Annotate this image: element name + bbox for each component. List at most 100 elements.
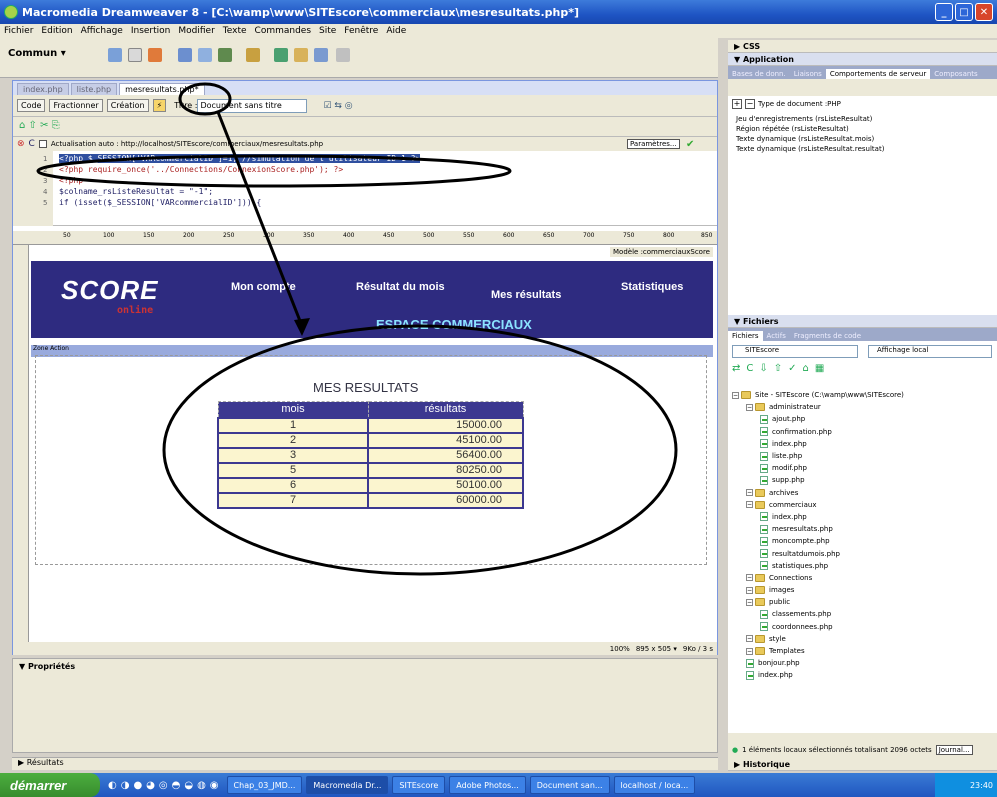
expand-toggle-icon[interactable]: − (746, 489, 753, 497)
tree-file[interactable]: resultatdumois.php (732, 547, 904, 559)
tree-item-label: commerciaux (769, 500, 817, 509)
tree-file[interactable]: coordonnees.php (732, 621, 904, 633)
php-file-icon (760, 439, 768, 449)
results-panel[interactable]: ▶ Résultats (12, 757, 718, 770)
expand-toggle-icon[interactable]: − (746, 574, 753, 582)
tab-files[interactable]: Fichiers (728, 331, 763, 341)
task-button[interactable]: Adobe Photos... (449, 776, 526, 794)
task-button[interactable]: Chap_03_JMD... (226, 776, 303, 794)
quick-launch-icons[interactable]: ◐◑●◕◎◓◒◍◉ (108, 780, 223, 791)
expand-toggle-icon[interactable]: − (746, 647, 753, 655)
tree-item-label: index.php (758, 671, 793, 680)
folder-icon (755, 573, 765, 582)
right-panel-group: ▶ CSS ▼ Application Bases de donn. Liais… (728, 40, 997, 771)
properties-panel: ▼ Propriétés (12, 658, 718, 753)
php-file-icon (746, 658, 754, 668)
tree-file[interactable]: liste.php (732, 450, 904, 462)
files-toolbar-icons[interactable]: ⇄C⇩⇧✓⌂▦ (732, 363, 830, 374)
tree-file[interactable]: modif.php (732, 462, 904, 474)
properties-title[interactable]: ▼ Propriétés (13, 659, 717, 674)
tab-databases[interactable]: Bases de donn. (728, 69, 790, 79)
expand-toggle-icon[interactable]: − (746, 586, 753, 594)
tree-item-label: Templates (769, 647, 805, 656)
tree-file[interactable]: confirmation.php (732, 426, 904, 438)
tree-file[interactable]: index.php (732, 438, 904, 450)
tree-folder[interactable]: − commerciaux (732, 499, 904, 511)
tree-file[interactable]: mesresultats.php (732, 523, 904, 535)
annotation-overlay (36, 82, 678, 576)
tree-item-label: confirmation.php (772, 427, 832, 436)
tree-file[interactable]: index.php (732, 511, 904, 523)
folder-icon (755, 500, 765, 509)
maximize-button[interactable]: □ (955, 3, 973, 21)
tree-file[interactable]: classements.php (732, 608, 904, 620)
behavior-item[interactable]: Texte dynamique (rsListeResultat.mois) (736, 134, 989, 144)
server-behaviors-list: + − Type de document :PHP Jeu d'enregist… (728, 96, 997, 346)
view-select[interactable]: Affichage local (868, 345, 992, 358)
tree-folder[interactable]: − archives (732, 487, 904, 499)
tree-file[interactable]: statistiques.php (732, 560, 904, 572)
task-button[interactable]: Document san... (529, 776, 610, 794)
minimize-button[interactable]: _ (935, 3, 953, 21)
start-button[interactable]: démarrer (0, 773, 100, 797)
behavior-item[interactable]: Texte dynamique (rsListeResultat.resulta… (736, 144, 989, 154)
php-file-icon (760, 622, 768, 632)
tree-file[interactable]: bonjour.php (732, 657, 904, 669)
site-select[interactable]: SITEscore (732, 345, 858, 358)
tree-folder[interactable]: − style (732, 633, 904, 645)
tree-folder[interactable]: − Site - SITEscore (C:\wamp\www\SITEscore… (732, 389, 904, 401)
tab-bindings[interactable]: Liaisons (790, 69, 826, 79)
tree-folder[interactable]: − Connections (732, 572, 904, 584)
expand-toggle-icon[interactable]: − (732, 391, 739, 399)
journal-button[interactable]: Journal... (935, 745, 973, 755)
remove-behavior-icon[interactable]: − (745, 99, 755, 109)
task-button[interactable]: localhost / loca... (613, 776, 696, 794)
tree-file[interactable]: ajout.php (732, 413, 904, 425)
expand-toggle-icon[interactable]: − (746, 598, 753, 606)
tree-item-label: public (769, 598, 791, 607)
tree-item-label: index.php (772, 512, 807, 521)
tree-folder[interactable]: − images (732, 584, 904, 596)
tree-item-label: moncompte.php (772, 537, 830, 546)
close-button[interactable]: ✕ (975, 3, 993, 21)
tree-folder[interactable]: − public (732, 596, 904, 608)
folder-icon (755, 634, 765, 643)
php-file-icon (760, 536, 768, 546)
tree-item-label: bonjour.php (758, 659, 800, 668)
expand-toggle-icon[interactable]: − (746, 501, 753, 509)
task-button[interactable]: SITEscore (392, 776, 446, 794)
tree-folder[interactable]: − Templates (732, 645, 904, 657)
annotation-ellipse-button (178, 82, 232, 116)
tab-server-behaviors[interactable]: Comportements de serveur (825, 69, 931, 79)
tree-file[interactable]: moncompte.php (732, 535, 904, 547)
expand-toggle-icon[interactable]: − (746, 635, 753, 643)
application-panel-header[interactable]: ▼ Application (728, 53, 997, 66)
css-panel-header[interactable]: ▶ CSS (728, 40, 997, 53)
php-file-icon (760, 609, 768, 619)
files-tabs: Fichiers Actifs Fragments de code (728, 328, 997, 341)
clock: 23:40 (969, 780, 993, 790)
tree-folder[interactable]: − administrateur (732, 401, 904, 413)
behavior-item[interactable]: Jeu d'enregistrements (rsListeResultat) (736, 114, 989, 124)
tab-components[interactable]: Composants (930, 69, 981, 79)
folder-icon (755, 647, 765, 656)
task-button[interactable]: Macromedia Dr... (306, 776, 389, 794)
system-tray: 23:40 (935, 773, 997, 797)
tree-item-label: administrateur (769, 403, 821, 412)
tab-snippets[interactable]: Fragments de code (790, 331, 865, 341)
start-label: démarrer (10, 777, 67, 793)
behavior-item[interactable]: Région répétée (rsListeResultat) (736, 124, 989, 134)
add-behavior-icon[interactable]: + (732, 99, 742, 109)
php-file-icon (760, 427, 768, 437)
tab-assets[interactable]: Actifs (763, 331, 790, 341)
annotation-ellipse-table (162, 324, 678, 576)
annotation-ellipse-code (36, 154, 512, 188)
tree-item-label: classements.php (772, 610, 832, 619)
tree-file[interactable]: supp.php (732, 474, 904, 486)
files-panel-header[interactable]: ▼ Fichiers (728, 315, 997, 328)
tree-item-label: index.php (772, 439, 807, 448)
tree-item-label: archives (769, 488, 799, 497)
expand-toggle-icon[interactable]: − (746, 403, 753, 411)
tree-file[interactable]: index.php (732, 669, 904, 681)
history-panel-header[interactable]: ▶ Historique (728, 758, 997, 771)
